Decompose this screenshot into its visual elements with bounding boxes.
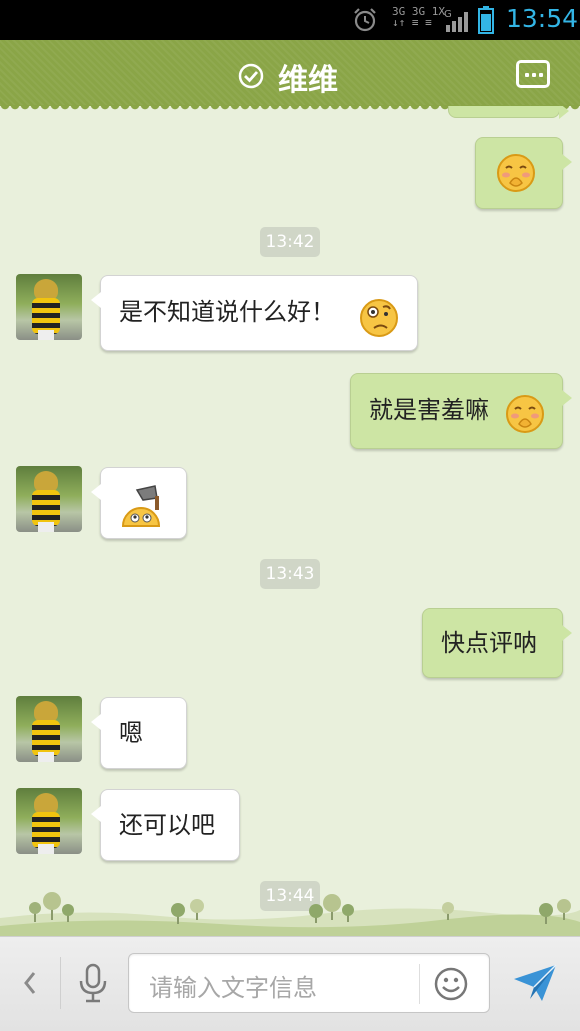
- contact-avatar[interactable]: [16, 466, 82, 532]
- hammer-emoji-icon: [121, 485, 161, 527]
- divider: [60, 957, 61, 1009]
- network-indicator: 3G 3G 1X ↓↑ ≡ ≡: [392, 6, 445, 28]
- divider: [419, 964, 420, 1004]
- message-input-placeholder: 请输入文字信息: [149, 974, 317, 1002]
- message-bubble-incoming[interactable]: 嗯: [91, 697, 187, 769]
- contact-name: 维维: [278, 63, 338, 98]
- message-bubble-incoming[interactable]: 还可以吧: [91, 789, 240, 861]
- microphone-icon[interactable]: [78, 963, 108, 1003]
- contact-avatar[interactable]: [16, 788, 82, 854]
- message-text: 嗯: [119, 719, 143, 747]
- message-text: 是不知道说什么好！: [119, 298, 335, 326]
- alarm-icon: [354, 8, 376, 32]
- shy-emoji-icon: [497, 154, 535, 192]
- battery-icon: [478, 6, 494, 34]
- shy-emoji-icon: [506, 395, 544, 433]
- message-bubble-outgoing[interactable]: 就是害羞嘛: [350, 373, 572, 449]
- network-activity-label: ↓↑ ≡ ≡: [392, 16, 432, 29]
- message-text: 还可以吧: [119, 811, 215, 839]
- message-bubble-outgoing[interactable]: 快点评呐: [422, 608, 572, 678]
- message-bubble-incoming[interactable]: [91, 467, 187, 539]
- status-bar: 3G 3G 1X ↓↑ ≡ ≡ G 13:54: [0, 0, 580, 40]
- contact-avatar[interactable]: [16, 696, 82, 762]
- timestamp: 13:43: [260, 559, 320, 589]
- confused-emoji-icon: [360, 299, 398, 337]
- signal-g-label: G: [444, 9, 452, 20]
- smiley-icon[interactable]: [434, 967, 468, 1001]
- message-list[interactable]: 13:42 是不知道说什么好！ 就是害羞嘛 13:43 快点评呐 嗯 还可以吧 …: [0, 106, 580, 936]
- scenery-decoration: [0, 892, 580, 936]
- input-bar: 请输入文字信息: [0, 936, 580, 1031]
- message-bubble-partial: [448, 106, 569, 119]
- message-bubble-incoming[interactable]: 是不知道说什么好！: [91, 275, 418, 351]
- message-bubble-outgoing[interactable]: [475, 137, 572, 209]
- check-circle-icon: [238, 63, 264, 89]
- message-text: 就是害羞嘛: [369, 396, 489, 424]
- send-icon[interactable]: [512, 963, 558, 1003]
- status-clock: 13:54: [506, 4, 579, 33]
- more-button[interactable]: [516, 60, 550, 88]
- timestamp: 13:42: [260, 227, 320, 257]
- signal-icon: G: [444, 9, 468, 32]
- chat-header: 维维: [0, 40, 580, 113]
- contact-avatar[interactable]: [16, 274, 82, 340]
- chevron-left-icon[interactable]: [20, 967, 40, 999]
- message-text: 快点评呐: [441, 629, 537, 657]
